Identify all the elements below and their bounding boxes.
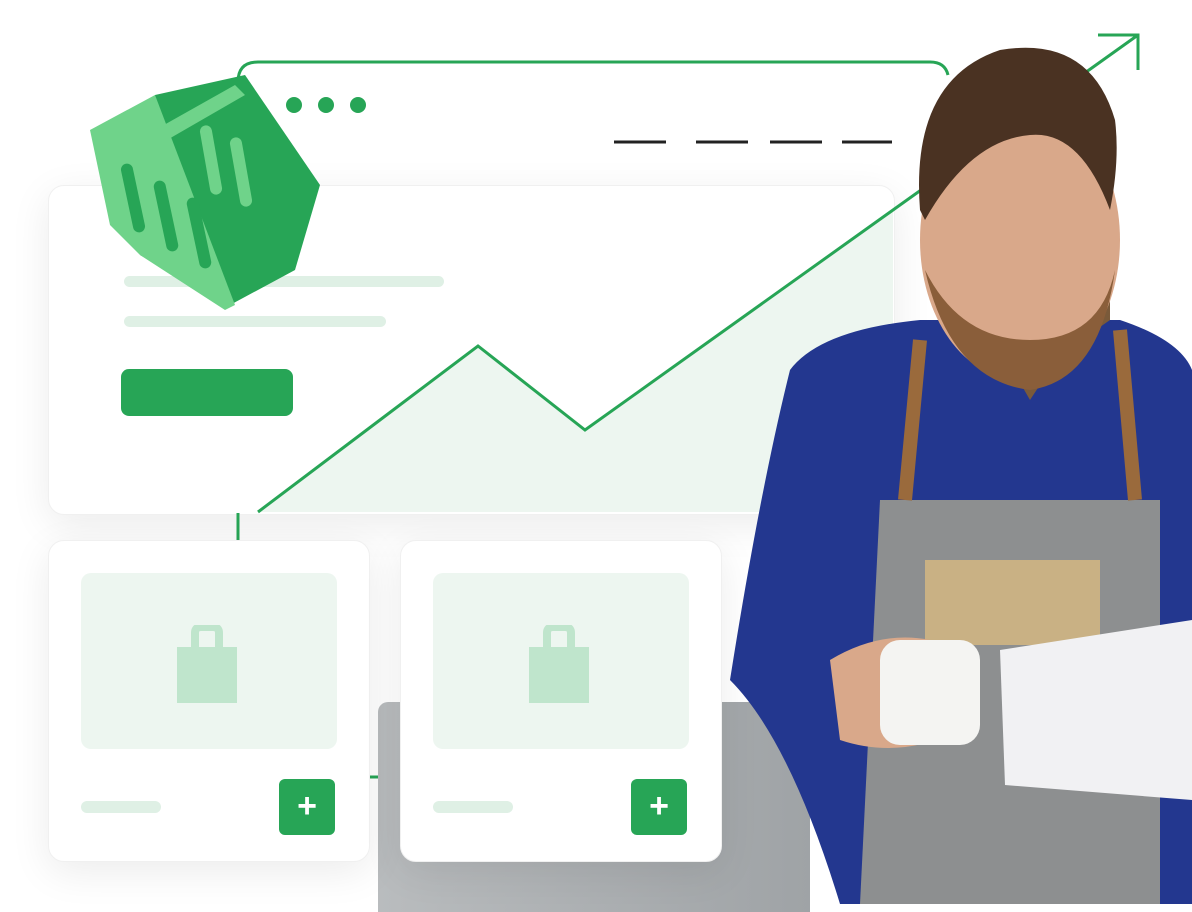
text-placeholder-line <box>124 316 386 327</box>
add-to-cart-button[interactable]: + <box>279 779 335 835</box>
add-to-cart-button[interactable]: + <box>631 779 687 835</box>
price-placeholder <box>433 801 513 813</box>
shop-owner-photo <box>730 47 1192 904</box>
shopping-bag-icon <box>529 625 589 703</box>
window-dot <box>350 97 366 113</box>
product-card: + <box>48 540 370 862</box>
product-image-placeholder <box>81 573 337 749</box>
product-card: + <box>400 540 722 862</box>
document <box>1000 620 1192 800</box>
cta-button[interactable] <box>121 369 293 416</box>
product-image-placeholder <box>433 573 689 749</box>
price-placeholder <box>81 801 161 813</box>
shopping-bag-icon <box>177 625 237 703</box>
coffee-cup <box>880 640 980 745</box>
shopping-basket-icon <box>90 75 320 310</box>
